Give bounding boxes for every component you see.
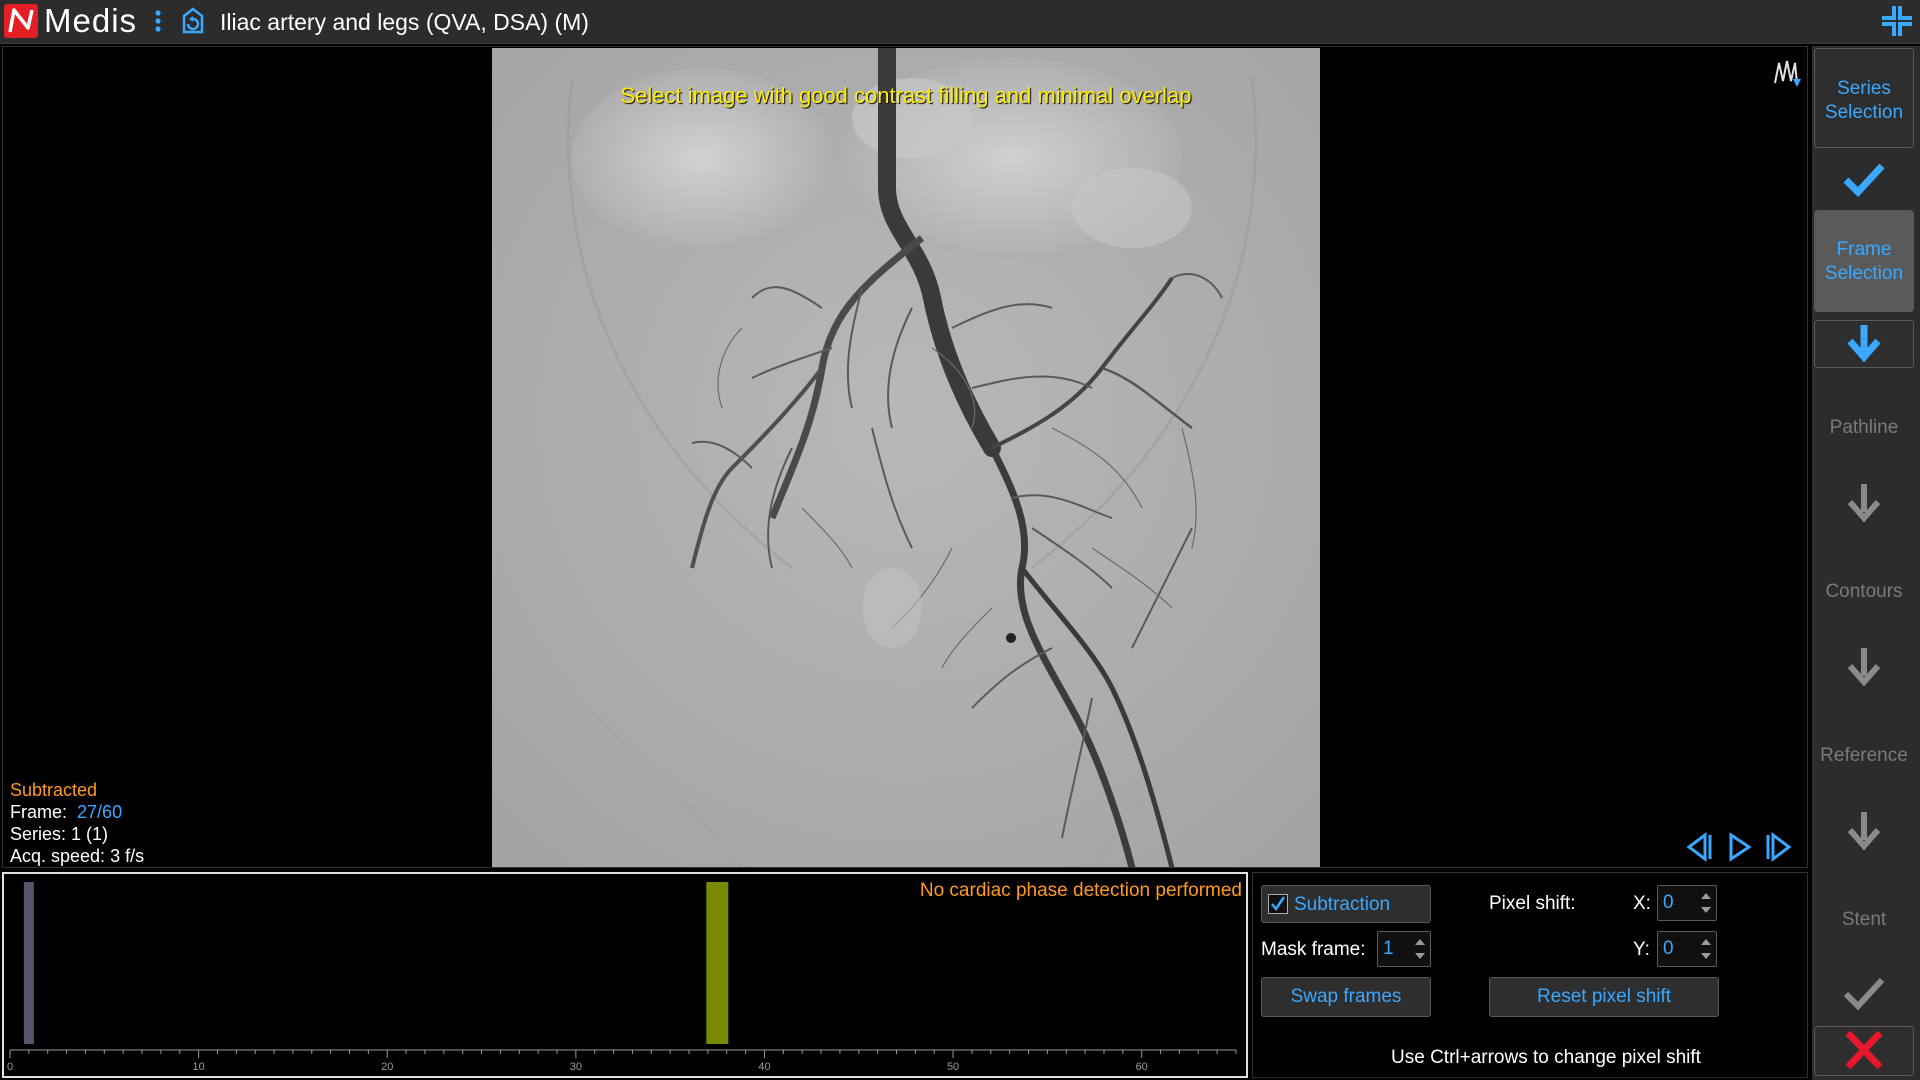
title-bar: Medis Iliac artery and legs (QVA, DSA) (… [0,0,1920,44]
timeline-tick-label: 50 [947,1061,959,1073]
spinner-arrows-icon[interactable] [1413,935,1427,963]
contours-step: Contours [1825,581,1903,602]
collapse-icon[interactable] [1880,4,1914,38]
frame-label: Frame: [10,802,68,822]
subtraction-label: Subtraction [1294,894,1391,915]
subtraction-checkbox[interactable] [1268,894,1288,914]
series-info: Series: 1 (1) [10,824,109,844]
spinner-arrows-icon[interactable] [1699,935,1713,963]
menu-dots-icon[interactable] [152,8,164,36]
x-shift-spinner[interactable]: 0 [1657,885,1717,921]
cancel-button[interactable] [1814,1026,1914,1076]
close-icon [1845,1030,1883,1070]
x-shift-value[interactable]: 0 [1663,892,1674,914]
mask-frame-marker[interactable] [23,882,34,1044]
check-icon [1840,970,1888,1018]
frame-info: Frame: 27/60 [10,801,144,823]
arrow-down-icon [1840,642,1888,690]
arrow-down-icon [1847,325,1881,363]
subtraction-controls: Subtraction Mask frame: 1 Swap frames Pi… [1252,872,1808,1078]
image-info-overlay: Subtracted Frame: 27/60 Series: 1 (1) Ac… [10,779,144,867]
workflow-panel: Series Selection Frame Selection Pathlin… [1812,46,1920,1080]
timeline-tick-label: 10 [192,1061,204,1073]
y-label: Y: [1633,939,1650,960]
next-step-button[interactable] [1814,320,1914,368]
swap-frames-button[interactable]: Swap frames [1261,977,1431,1017]
selected-frame-marker[interactable] [706,882,729,1044]
image-tools-icon[interactable] [1769,55,1803,89]
timeline-tick-label: 20 [381,1061,393,1073]
instruction-text: Select image with good contrast filling … [620,83,1192,108]
pixel-shift-hint: Use Ctrl+arrows to change pixel shift [1391,1047,1701,1068]
frame-value: 27/60 [77,802,123,822]
series-selection-button[interactable]: Series Selection [1814,48,1914,148]
x-label: X: [1633,893,1651,914]
pixel-shift-label: Pixel shift: [1489,893,1576,914]
check-icon [1840,156,1888,204]
subtracted-label: Subtracted [10,780,98,800]
timeline-tick-label: 40 [758,1061,770,1073]
timeline-tick-label: 0 [7,1061,13,1073]
step-forward-icon[interactable] [1763,831,1795,863]
frame-timeline[interactable]: 0 10 20 30 40 50 60 No cardiac phase detection… [2,872,1248,1078]
timeline-tick-label: 30 [570,1061,582,1073]
timeline-chart[interactable]: 0 10 20 30 40 50 60 [4,874,1246,1076]
reference-step: Reference [1820,745,1908,766]
spinner-arrows-icon[interactable] [1699,889,1713,917]
step-backward-icon[interactable] [1683,831,1715,863]
app-logo-text: Medis [44,2,138,39]
medis-logo-icon [4,4,38,38]
pathline-step: Pathline [1829,417,1899,438]
stent-step: Stent [1841,909,1887,930]
angiogram-image[interactable] [492,48,1320,868]
mask-frame-spinner[interactable]: 1 [1377,931,1431,967]
y-shift-spinner[interactable]: 0 [1657,931,1717,967]
mask-frame-value[interactable]: 1 [1383,938,1394,960]
acq-speed-info: Acq. speed: 3 f/s [10,846,145,866]
window-title: Iliac artery and legs (QVA, DSA) (M) [220,9,589,35]
y-shift-value[interactable]: 0 [1663,938,1674,960]
timeline-tick-label: 60 [1136,1061,1148,1073]
arrow-down-icon [1840,478,1888,526]
reset-pixel-shift-button[interactable]: Reset pixel shift [1489,977,1719,1017]
mask-frame-label: Mask frame: [1261,939,1366,960]
frame-selection-button[interactable]: Frame Selection [1814,210,1914,312]
arrow-down-icon [1840,806,1888,854]
subtraction-toggle[interactable]: Subtraction [1261,885,1431,923]
workflow-refresh-icon[interactable] [178,6,208,36]
play-icon[interactable] [1723,831,1755,863]
image-viewer[interactable]: Select image with good contrast filling … [2,46,1808,868]
cardiac-phase-message: No cardiac phase detection performed [919,880,1242,901]
